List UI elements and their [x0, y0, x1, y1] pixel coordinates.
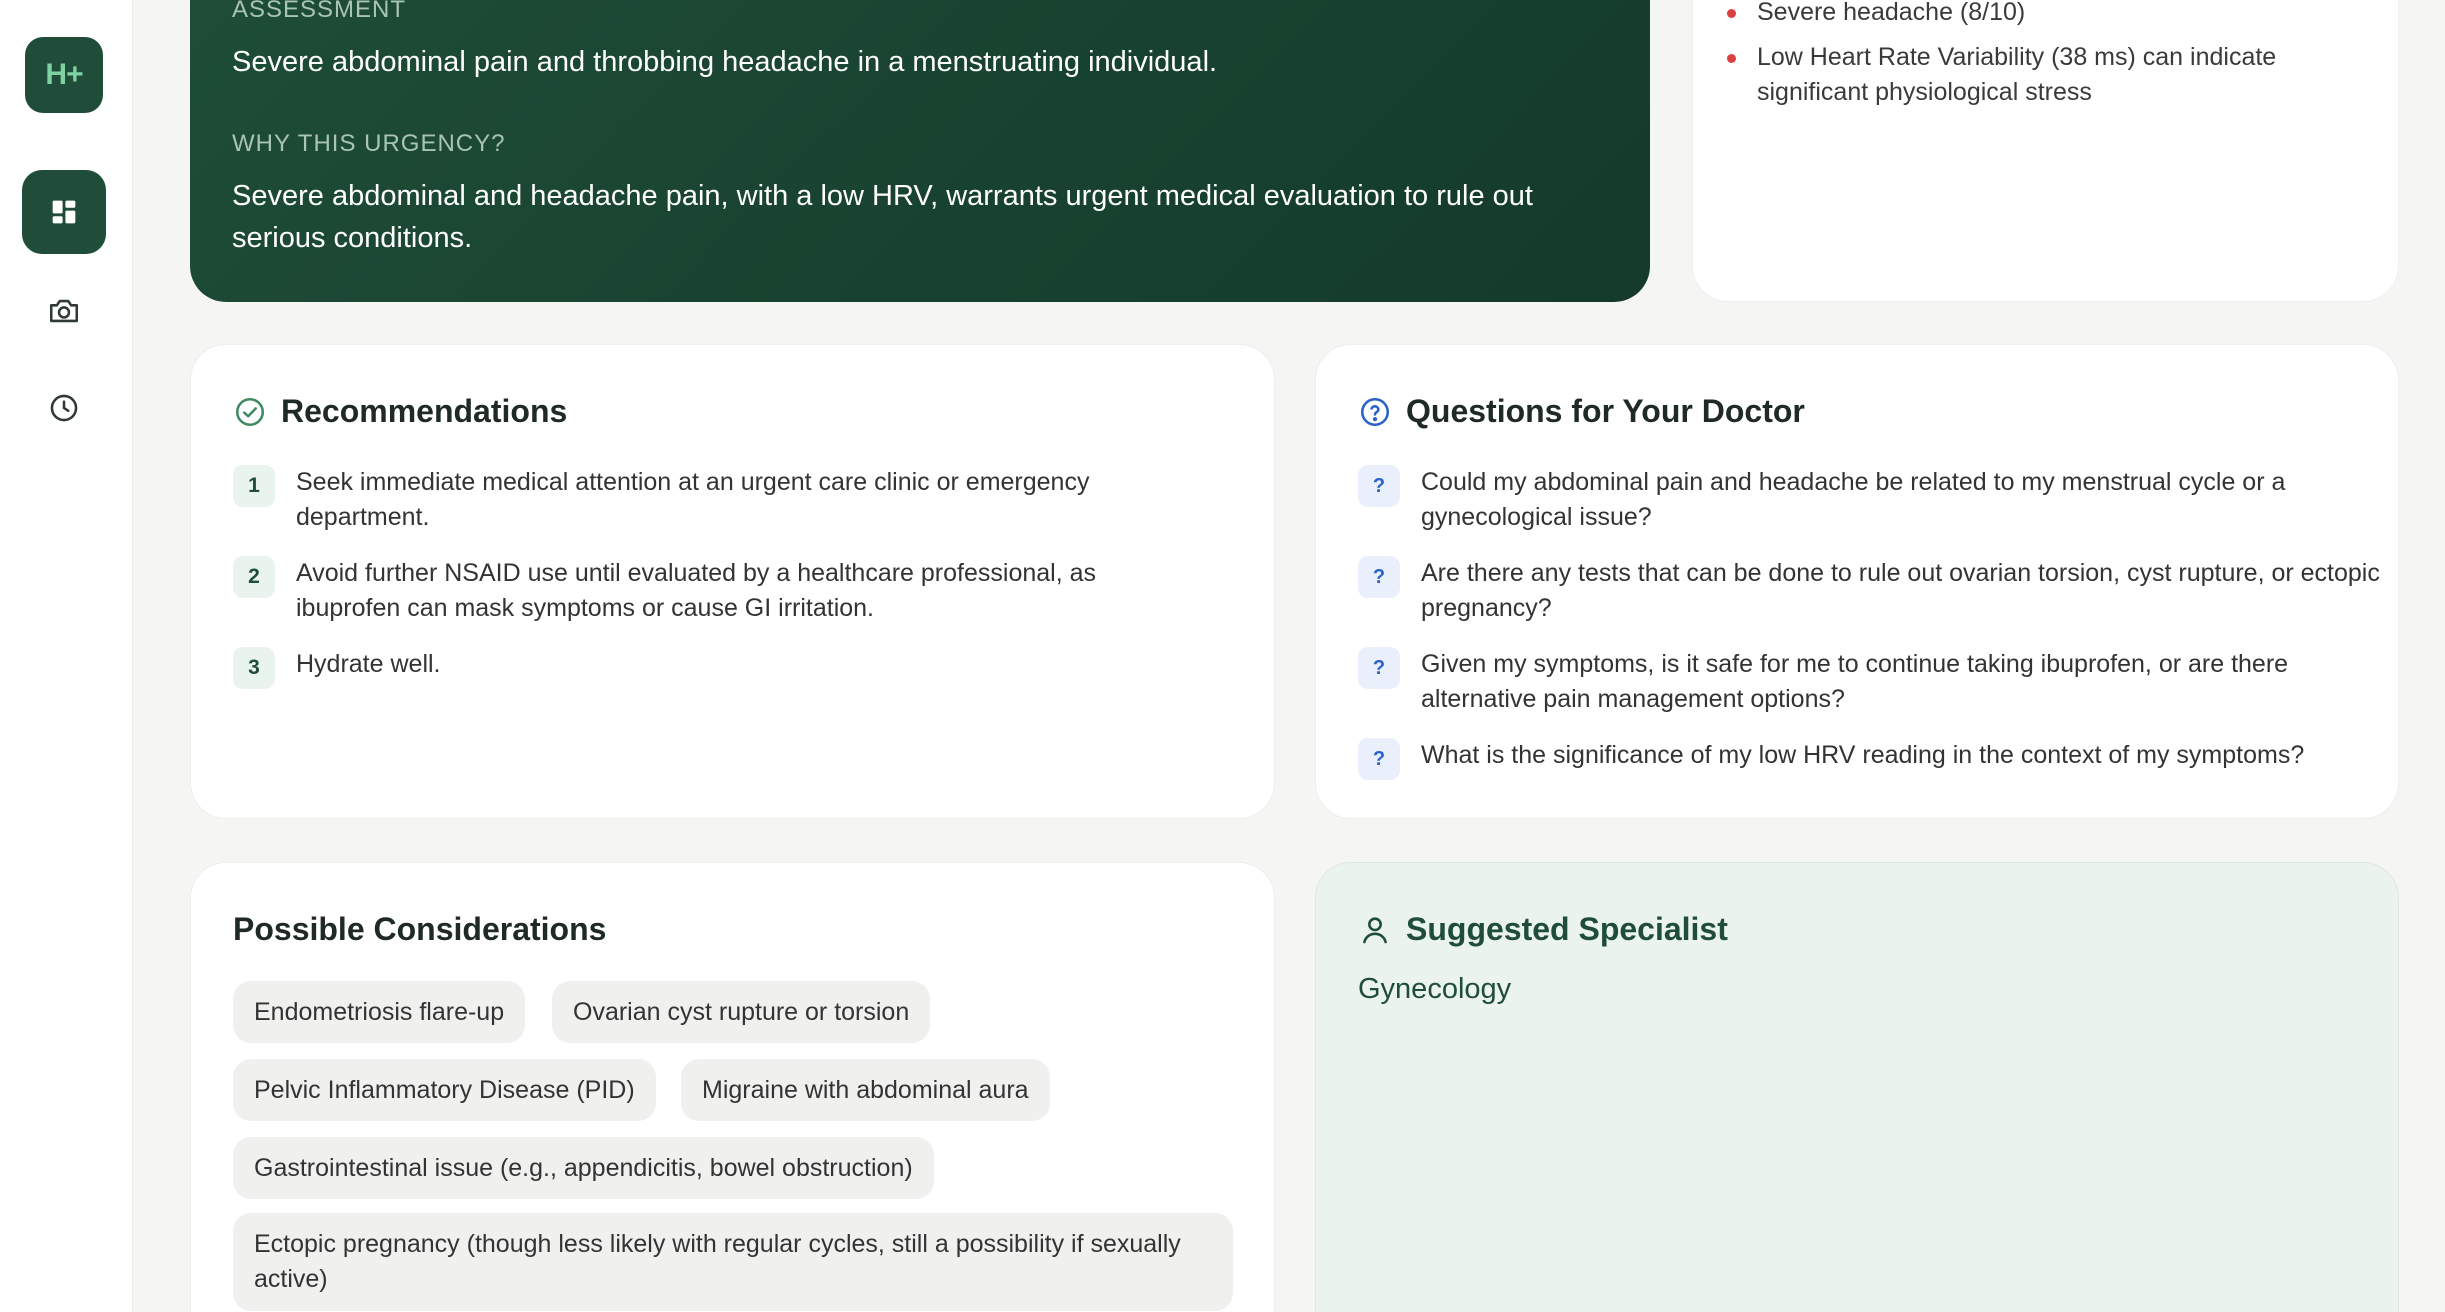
- recommendations-title: Recommendations: [281, 393, 568, 429]
- red-flags-card: Severe headache (8/10) Low Heart Rate Va…: [1692, 0, 2399, 302]
- assessment-text: Severe abdominal pain and throbbing head…: [232, 46, 1218, 78]
- clock-icon: [50, 394, 78, 422]
- recommendations-card: Recommendations 1 Seek immediate medical…: [190, 344, 1275, 819]
- nav-camera-button[interactable]: [22, 269, 106, 353]
- assessment-label: ASSESSMENT: [232, 0, 407, 23]
- check-circle-icon: [235, 397, 265, 427]
- help-circle-icon: [1360, 397, 1390, 427]
- consideration-chip: Migraine with abdominal aura: [681, 1059, 1050, 1121]
- number-badge: 2: [233, 556, 275, 598]
- consideration-chip: Gastrointestinal issue (e.g., appendicit…: [233, 1137, 934, 1199]
- assessment-card: ASSESSMENT Severe abdominal pain and thr…: [190, 0, 1650, 302]
- question-badge: ?: [1358, 465, 1400, 507]
- consideration-chip: Endometriosis flare-up: [233, 981, 526, 1043]
- number-badge: 1: [233, 465, 275, 507]
- user-icon: [1363, 917, 1387, 944]
- alert-dot-icon: [1727, 54, 1736, 63]
- question-badge: ?: [1358, 647, 1400, 689]
- dashboard-icon: [52, 200, 76, 224]
- app-logo[interactable]: H+: [25, 37, 103, 113]
- specialist-value: Gynecology: [1358, 973, 1512, 1005]
- consideration-chip: Pelvic Inflammatory Disease (PID): [233, 1059, 656, 1121]
- alert-dot-icon: [1727, 9, 1736, 18]
- nav-dashboard-button[interactable]: [22, 170, 106, 254]
- specialist-title: Suggested Specialist: [1406, 911, 1728, 947]
- question-badge: ?: [1358, 556, 1400, 598]
- number-badge: 3: [233, 647, 275, 689]
- urgency-text: Severe abdominal and headache pain, with…: [232, 180, 1533, 254]
- urgency-label: WHY THIS URGENCY?: [232, 130, 506, 157]
- camera-icon: [49, 299, 79, 323]
- suggested-specialist-card: Suggested Specialist Gynecology: [1315, 862, 2399, 1312]
- consideration-chip: Ovarian cyst rupture or torsion: [552, 981, 931, 1043]
- flag-item: Severe headache (8/10): [1727, 0, 2357, 30]
- question-badge: ?: [1358, 738, 1400, 780]
- doctor-questions-card: Questions for Your Doctor ? Could my abd…: [1315, 344, 2399, 819]
- questions-title: Questions for Your Doctor: [1406, 393, 1805, 429]
- flag-item: Low Heart Rate Variability (38 ms) can i…: [1727, 40, 2357, 110]
- nav-history-button[interactable]: [22, 366, 106, 450]
- consideration-chip: Ectopic pregnancy (though less likely wi…: [233, 1213, 1233, 1311]
- sidebar: H+: [0, 0, 133, 1312]
- considerations-title: Possible Considerations: [233, 911, 607, 947]
- considerations-card: Possible Considerations Endometriosis fl…: [190, 862, 1275, 1312]
